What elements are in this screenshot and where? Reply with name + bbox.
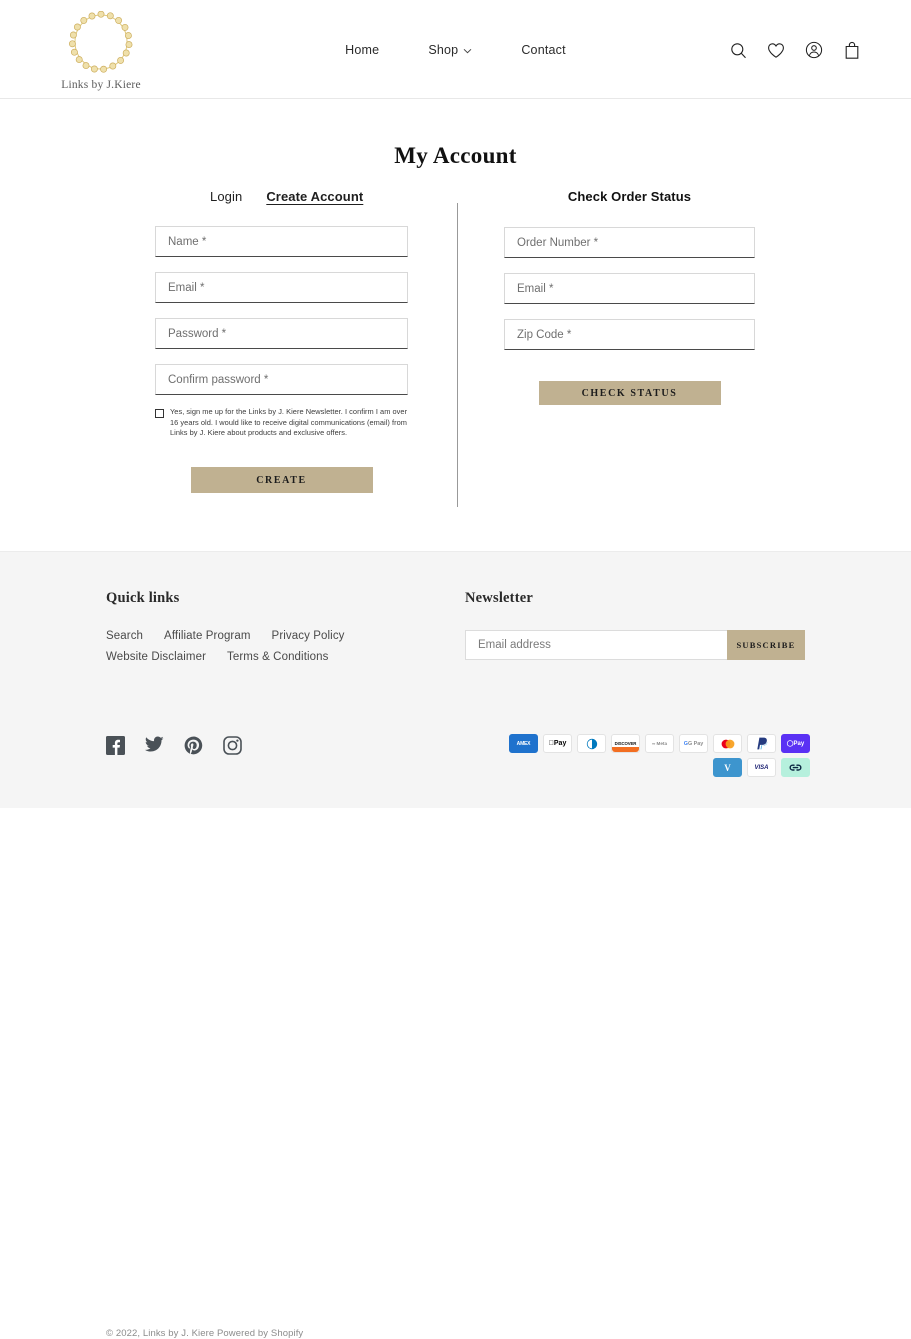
account-tabs: Login Create Account bbox=[155, 189, 408, 204]
zip-code-input[interactable] bbox=[504, 319, 755, 350]
payment-icon-mastercard bbox=[713, 734, 742, 753]
name-input[interactable] bbox=[155, 226, 408, 257]
main-content: My Account Login Create Account Yes, sig bbox=[0, 99, 911, 551]
chevron-down-icon bbox=[463, 43, 472, 57]
heart-icon[interactable] bbox=[767, 40, 785, 60]
password-input[interactable] bbox=[155, 318, 408, 349]
payment-icon-shop-pay: ◯Pay bbox=[781, 734, 810, 753]
create-account-button[interactable]: CREATE bbox=[190, 467, 373, 494]
nav-label-home: Home bbox=[345, 43, 380, 57]
payment-icon-diners-club bbox=[577, 734, 606, 753]
newsletter-email-input[interactable] bbox=[465, 630, 727, 660]
newsletter-consent-checkbox[interactable] bbox=[155, 409, 164, 418]
twitter-icon[interactable] bbox=[144, 736, 164, 755]
payment-icon-venmo: V bbox=[713, 758, 742, 777]
email-input[interactable] bbox=[155, 272, 408, 303]
check-status-button[interactable]: CHECK STATUS bbox=[538, 381, 721, 405]
quick-link-privacy[interactable]: Privacy Policy bbox=[272, 630, 345, 642]
create-account-panel: Login Create Account Yes, sign me up for… bbox=[155, 189, 408, 494]
order-email-input[interactable] bbox=[504, 273, 755, 304]
account-icon[interactable] bbox=[805, 40, 823, 60]
search-icon[interactable] bbox=[729, 40, 747, 60]
tab-create-account[interactable]: Create Account bbox=[266, 189, 363, 204]
order-status-heading: Check Order Status bbox=[567, 189, 692, 204]
facebook-icon[interactable] bbox=[106, 736, 125, 755]
header-icon-group bbox=[729, 40, 861, 60]
newsletter-consent-label: Yes, sign me up for the Links by J. Kier… bbox=[170, 407, 408, 438]
social-links bbox=[106, 736, 242, 755]
tab-login[interactable]: Login bbox=[210, 189, 242, 204]
account-page: Links by J.Kiere Home Shop Contact My Ac… bbox=[0, 0, 911, 1339]
site-logo[interactable]: Links by J.Kiere bbox=[52, 10, 150, 91]
quick-links-list: Search Affiliate Program Privacy Policy … bbox=[106, 630, 436, 663]
newsletter-heading: Newsletter bbox=[465, 590, 534, 606]
quick-link-terms[interactable]: Terms & Conditions bbox=[227, 651, 329, 663]
order-status-panel: Check Order Status CHECK STATUS bbox=[504, 189, 755, 405]
newsletter-consent-row: Yes, sign me up for the Links by J. Kier… bbox=[155, 407, 408, 439]
nav-item-shop[interactable]: Shop bbox=[428, 43, 472, 57]
payment-icon-discover: DISCOVER bbox=[611, 734, 640, 753]
nav-label-contact: Contact bbox=[521, 43, 566, 57]
nav-label-shop: Shop bbox=[428, 43, 459, 57]
quick-link-affiliate[interactable]: Affiliate Program bbox=[164, 630, 251, 642]
subscribe-button[interactable]: SUBSCRIBE bbox=[727, 630, 805, 660]
payment-icon-meta-pay: ∞ Meta bbox=[645, 734, 674, 753]
page-title: My Account bbox=[394, 143, 517, 168]
bag-icon[interactable] bbox=[843, 40, 861, 60]
payment-icon-american-express: AMEX bbox=[509, 734, 538, 753]
confirm-password-input[interactable] bbox=[155, 364, 408, 395]
logo-brand-text: Links by J.Kiere bbox=[61, 79, 141, 91]
payment-icon-shopify-link bbox=[781, 758, 810, 777]
quick-links-heading: Quick links bbox=[106, 590, 180, 606]
nav-item-contact[interactable]: Contact bbox=[521, 43, 565, 57]
payment-methods: AMEX Pay DISCOVER ∞ Meta GG Pay bbox=[480, 734, 810, 777]
site-footer: Quick links Search Affiliate Program Pri… bbox=[0, 551, 911, 1339]
instagram-icon[interactable] bbox=[223, 736, 242, 755]
payment-icon-visa: VISA bbox=[747, 758, 776, 777]
copyright-text: © 2022, Links by J. Kiere Powered by Sho… bbox=[106, 1328, 304, 1339]
nav-item-home[interactable]: Home bbox=[345, 43, 379, 57]
site-header: Links by J.Kiere Home Shop Contact bbox=[0, 0, 911, 99]
column-divider bbox=[457, 203, 458, 507]
quick-links-section: Quick links Search Affiliate Program Pri… bbox=[106, 590, 446, 663]
payment-icon-apple-pay: Pay bbox=[543, 734, 572, 753]
newsletter-form: SUBSCRIBE bbox=[465, 630, 810, 660]
payment-icon-google-pay: GG Pay bbox=[679, 734, 708, 753]
pinterest-icon[interactable] bbox=[184, 736, 203, 755]
quick-link-disclaimer[interactable]: Website Disclaimer bbox=[106, 651, 206, 663]
order-number-input[interactable] bbox=[504, 227, 755, 258]
chain-ring-logo-icon bbox=[52, 10, 150, 78]
newsletter-section: Newsletter SUBSCRIBE bbox=[465, 590, 810, 660]
payment-icon-paypal bbox=[747, 734, 776, 753]
quick-link-search[interactable]: Search bbox=[106, 630, 143, 642]
